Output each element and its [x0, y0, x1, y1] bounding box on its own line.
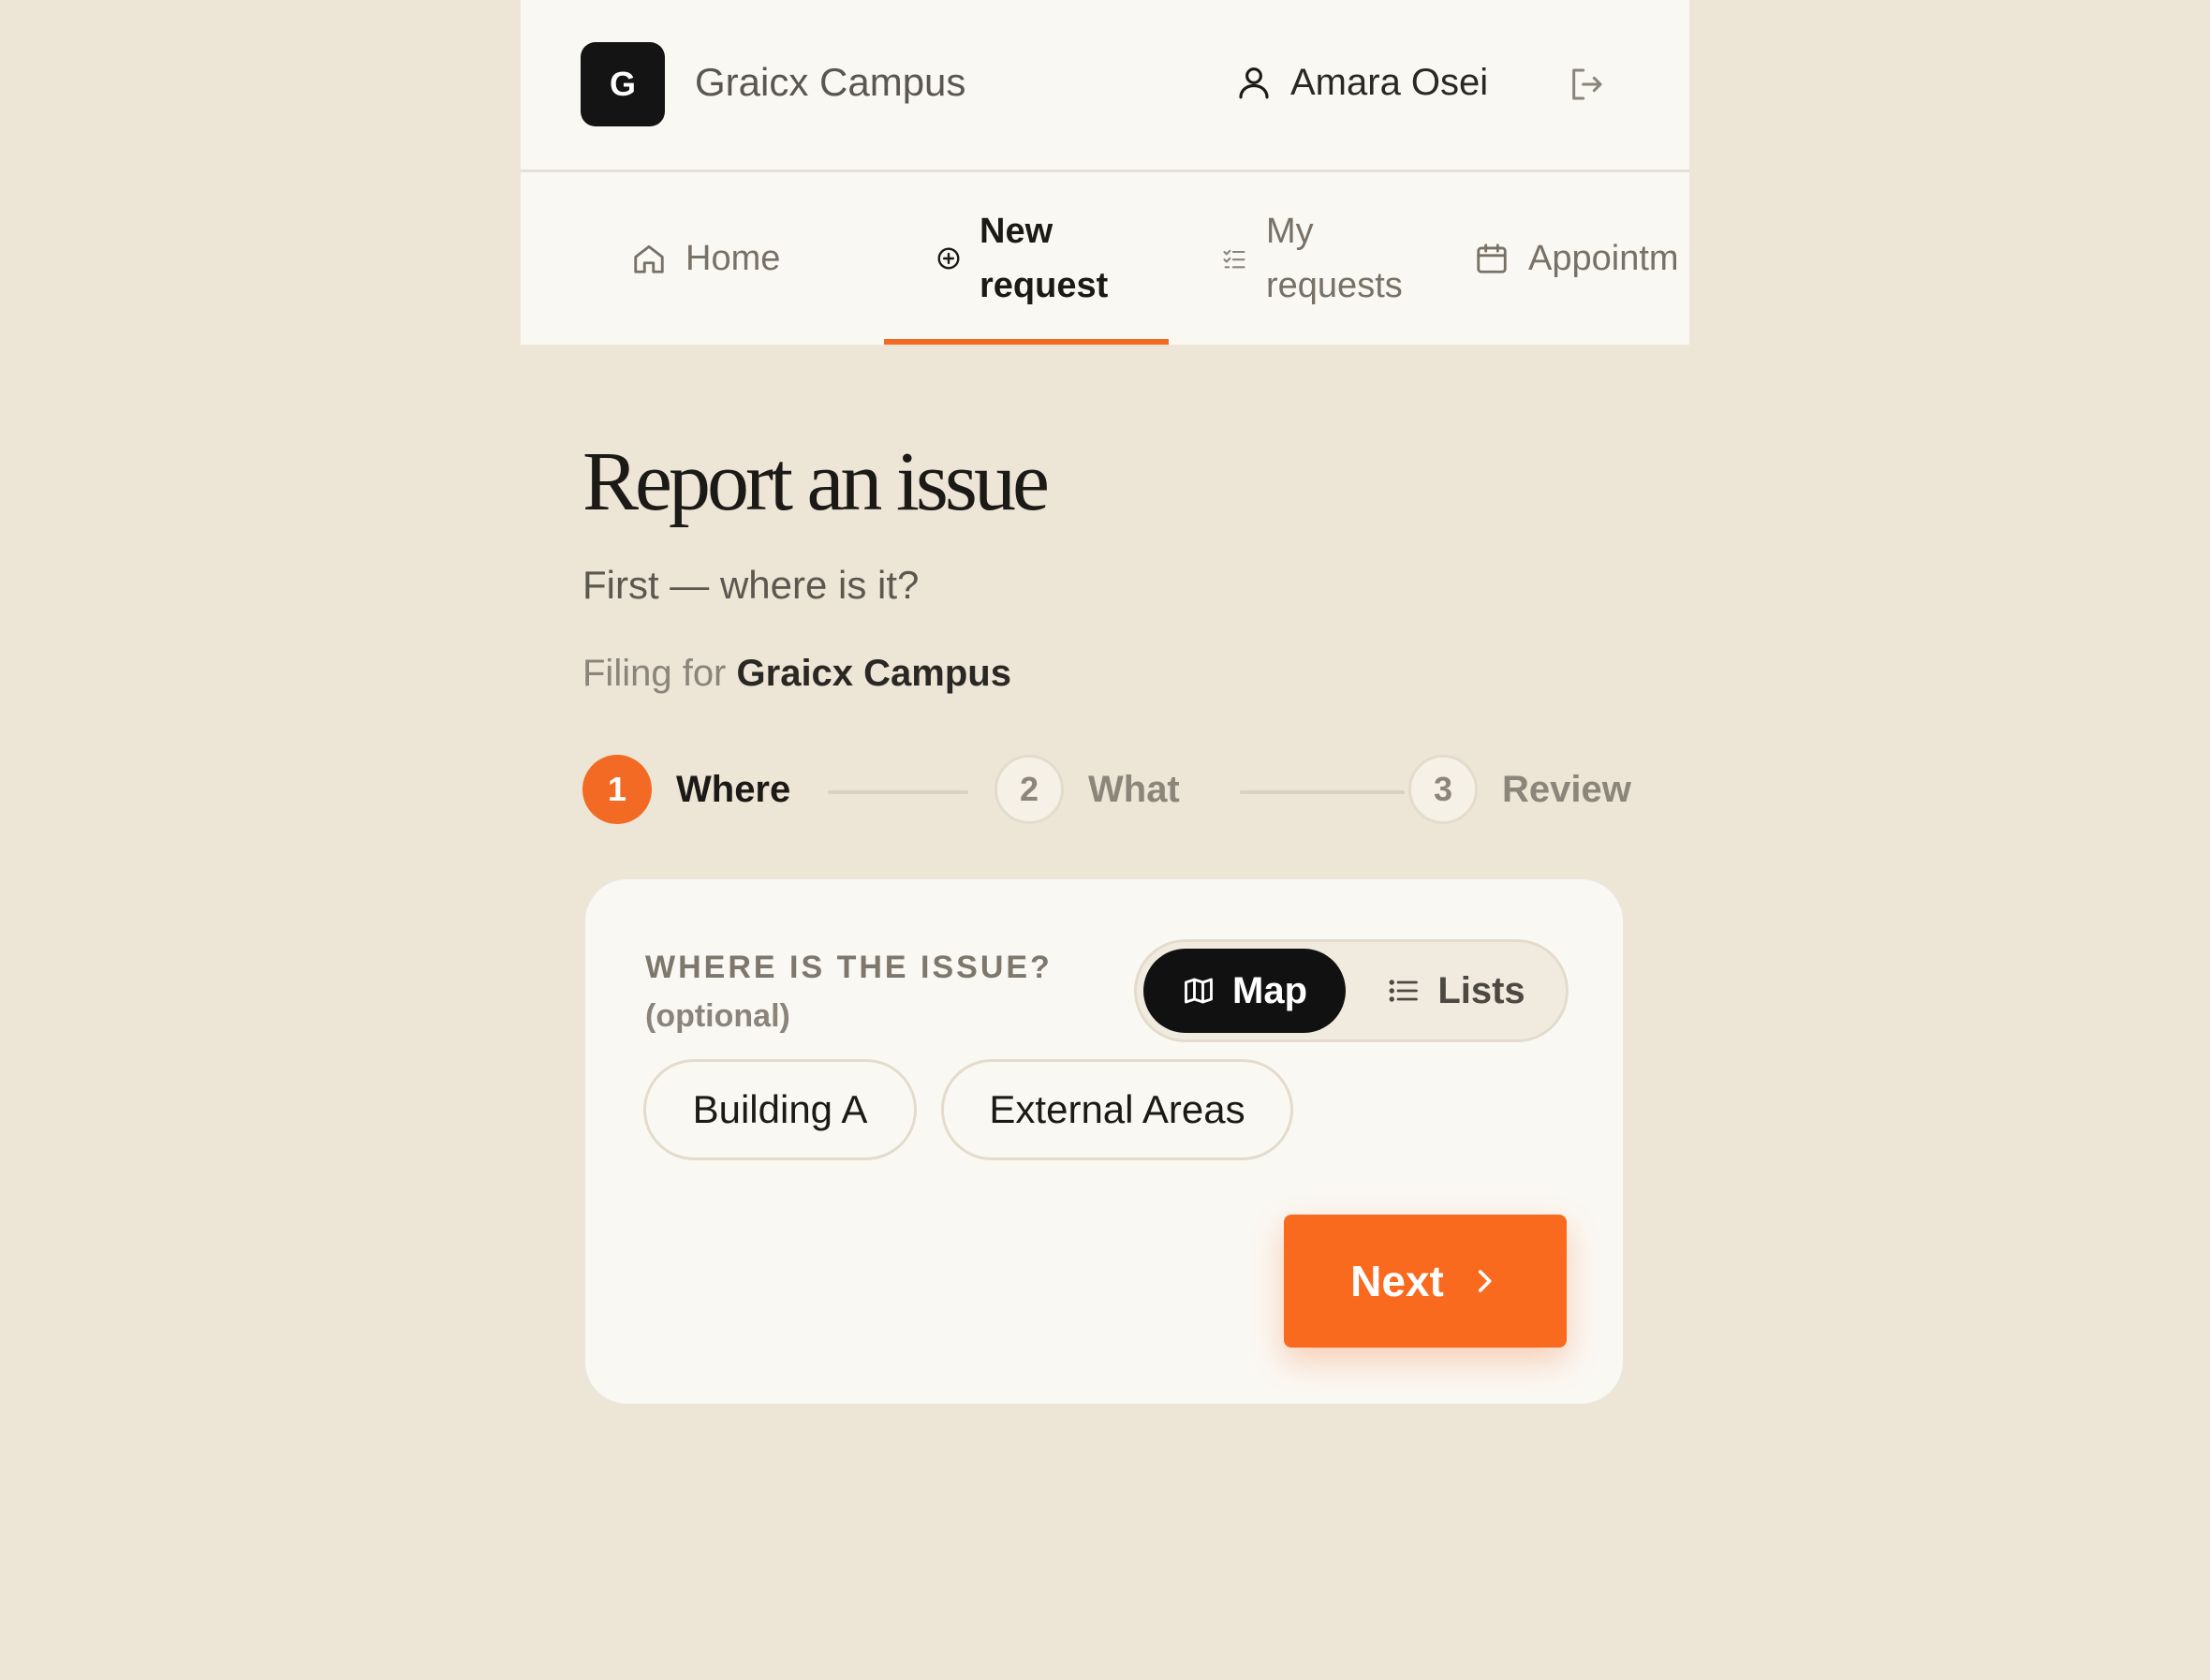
- optional-hint: (optional): [645, 998, 790, 1034]
- map-view-label: Map: [1232, 969, 1307, 1011]
- logout-icon[interactable]: [1568, 66, 1605, 103]
- lists-view-button[interactable]: Lists: [1352, 949, 1560, 1033]
- filing-prefix: Filing for: [582, 653, 727, 694]
- step-3-label: Review: [1502, 769, 1631, 810]
- step-1-number: 1: [582, 755, 652, 824]
- tab-home-label: Home: [685, 239, 781, 278]
- step-connector: [1240, 790, 1405, 794]
- map-view-button[interactable]: Map: [1143, 949, 1346, 1033]
- next-button[interactable]: Next: [1284, 1215, 1567, 1348]
- location-card: WHERE IS THE ISSUE? (optional) Map Lists: [582, 877, 1626, 1407]
- map-icon: [1185, 978, 1213, 1004]
- filing-for-text: Filing for Graicx Campus: [582, 646, 1011, 700]
- tab-my-requests[interactable]: My requests: [1169, 172, 1435, 345]
- page-title: Report an issue: [582, 435, 1050, 528]
- app-shell: G Graicx Campus Amara Osei Home New requ…: [521, 0, 1689, 1680]
- filing-organization: Graicx Campus: [736, 653, 1011, 694]
- step-connector: [828, 790, 968, 794]
- checklist-icon: [1223, 249, 1245, 269]
- step-2-label: What: [1088, 769, 1180, 810]
- tab-new-request-label: New request: [980, 212, 1109, 305]
- logo-letter: G: [609, 65, 636, 103]
- step-2-number: 2: [994, 755, 1064, 824]
- progress-stepper: 1 Where 2 What 3 Review: [582, 755, 1650, 828]
- top-header: G Graicx Campus Amara Osei: [521, 0, 1689, 172]
- user-icon: [1239, 67, 1269, 99]
- tab-new-request[interactable]: New request: [884, 172, 1169, 345]
- plus-circle-icon: [937, 247, 960, 270]
- brand-name: Graicx Campus: [695, 60, 966, 104]
- list-icon: [1389, 980, 1419, 1002]
- active-tab-indicator: [884, 339, 1169, 345]
- view-toggle: Map Lists: [1134, 939, 1569, 1042]
- brand-logo[interactable]: G: [581, 42, 665, 126]
- home-icon: [634, 244, 664, 273]
- location-chip-external-areas[interactable]: External Areas: [941, 1059, 1293, 1160]
- chevron-right-icon: [1478, 1270, 1492, 1292]
- tab-appointments-label: Appointm: [1528, 239, 1679, 278]
- location-question: WHERE IS THE ISSUE?: [645, 950, 1053, 985]
- user-name: Amara Osei: [1290, 62, 1489, 103]
- next-button-label: Next: [1350, 1257, 1444, 1305]
- lists-view-label: Lists: [1437, 969, 1525, 1011]
- user-menu[interactable]: Amara Osei: [1234, 58, 1488, 107]
- step-3-number: 3: [1408, 755, 1478, 824]
- tab-home[interactable]: Home: [631, 172, 780, 345]
- step-1-label: Where: [676, 769, 791, 810]
- tab-appointments[interactable]: Appointm: [1474, 172, 1679, 345]
- calendar-icon: [1477, 243, 1507, 273]
- page-subtitle: First — where is it?: [582, 563, 920, 607]
- tab-my-requests-label: My requests: [1266, 212, 1403, 305]
- main-nav: Home New request My requests Appointm: [521, 172, 1689, 345]
- location-chip-building-a[interactable]: Building A: [643, 1059, 917, 1160]
